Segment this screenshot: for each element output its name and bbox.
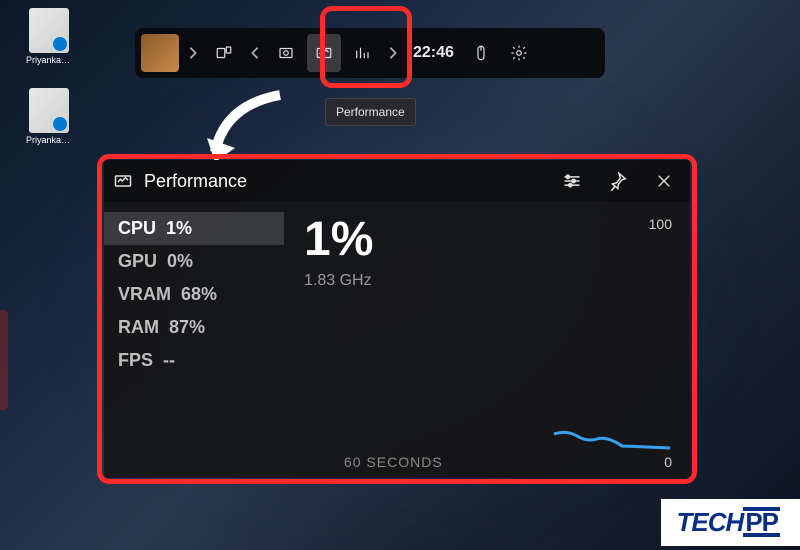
metric-fps[interactable]: FPS -- [104, 344, 284, 377]
tooltip: Performance [325, 98, 416, 126]
watermark: TECHPP [661, 499, 800, 546]
metric-list: CPU 1% GPU 0% VRAM 68% RAM 87% FPS -- [104, 212, 284, 472]
metric-name: FPS [118, 350, 153, 371]
metric-cpu[interactable]: CPU 1% [104, 212, 284, 245]
game-thumbnail[interactable] [141, 34, 179, 72]
metric-value: 68% [181, 284, 217, 305]
options-button[interactable] [554, 163, 590, 199]
pin-button[interactable] [600, 163, 636, 199]
document-icon [29, 8, 69, 53]
metric-vram[interactable]: VRAM 68% [104, 278, 284, 311]
metric-name: GPU [118, 251, 157, 272]
metric-value: 87% [169, 317, 205, 338]
chart-area: 1% 1.83 GHz 100 0 60 SECONDS [284, 212, 672, 472]
document-icon [29, 88, 69, 133]
metric-ram[interactable]: RAM 87% [104, 311, 284, 344]
desktop-file-icon[interactable]: Priyanka_Ba... [26, 8, 72, 68]
sparkline [552, 424, 672, 454]
resources-button[interactable] [345, 34, 379, 72]
metric-value: 0% [167, 251, 193, 272]
chevron-right-icon[interactable] [183, 34, 203, 72]
performance-button[interactable] [307, 34, 341, 72]
metric-value: -- [163, 350, 175, 371]
desktop-file-label: Priyanka_Ba... [26, 135, 72, 145]
edge-artifact [0, 310, 8, 410]
performance-widget: Performance CPU 1% GPU 0% VRAM 68% [104, 160, 690, 478]
y-axis-min: 0 [664, 454, 672, 470]
cpu-frequency: 1.83 GHz [304, 272, 672, 290]
desktop-file-icon[interactable]: Priyanka_Ba... [26, 88, 72, 148]
clock: 22:46 [407, 44, 460, 62]
watermark-text: PP [743, 507, 780, 537]
mouse-mode-button[interactable] [464, 34, 498, 72]
settings-button[interactable] [502, 34, 536, 72]
widget-menu-button[interactable] [207, 34, 241, 72]
metric-gpu[interactable]: GPU 0% [104, 245, 284, 278]
metric-value: 1% [166, 218, 192, 239]
x-axis-label: 60 SECONDS [344, 454, 443, 470]
metric-name: RAM [118, 317, 159, 338]
metric-name: VRAM [118, 284, 171, 305]
selected-metric-value: 1% [304, 216, 672, 264]
close-button[interactable] [646, 163, 682, 199]
capture-button[interactable] [269, 34, 303, 72]
performance-icon [112, 170, 134, 192]
chevron-right-icon[interactable] [383, 34, 403, 72]
widget-title: Performance [144, 171, 544, 192]
desktop-file-label: Priyanka_Ba... [26, 55, 72, 65]
widget-titlebar[interactable]: Performance [104, 160, 690, 202]
y-axis-max: 100 [649, 216, 672, 232]
gamebar: 22:46 [135, 28, 605, 78]
metric-name: CPU [118, 218, 156, 239]
chevron-left-icon[interactable] [245, 34, 265, 72]
watermark-text: TECH [677, 507, 744, 537]
